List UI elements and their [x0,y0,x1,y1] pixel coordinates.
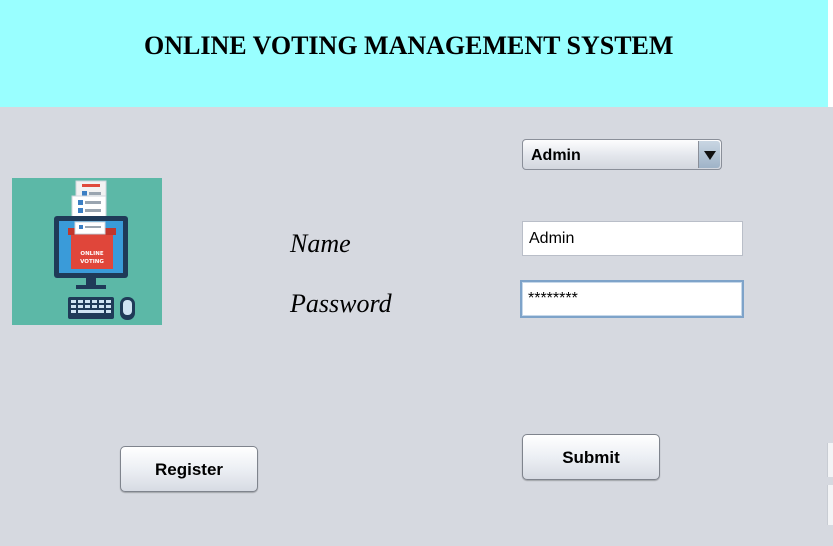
role-select-value: Admin [531,147,581,164]
header-bar: ONLINE VOTING MANAGEMENT SYSTEM [0,0,828,107]
role-select[interactable]: Admin [522,139,722,170]
name-input[interactable] [522,221,743,256]
register-button[interactable]: Register [120,446,258,492]
online-voting-computer-icon: ONLINE VOTING [54,180,135,320]
password-input[interactable] [520,280,744,318]
online-voting-logo: ONLINE VOTING [12,178,162,325]
window-edge [828,0,833,107]
name-label: Name [290,229,351,258]
logo-text-line1: ONLINE [80,251,103,257]
dropdown-arrow-icon[interactable] [698,141,720,168]
window-edge-tab [827,443,833,477]
logo-text-line2: VOTING [80,259,104,265]
window-edge-tab [827,485,833,525]
password-label: Password [290,289,392,318]
submit-button[interactable]: Submit [522,434,660,480]
app-title: ONLINE VOTING MANAGEMENT SYSTEM [144,31,674,60]
